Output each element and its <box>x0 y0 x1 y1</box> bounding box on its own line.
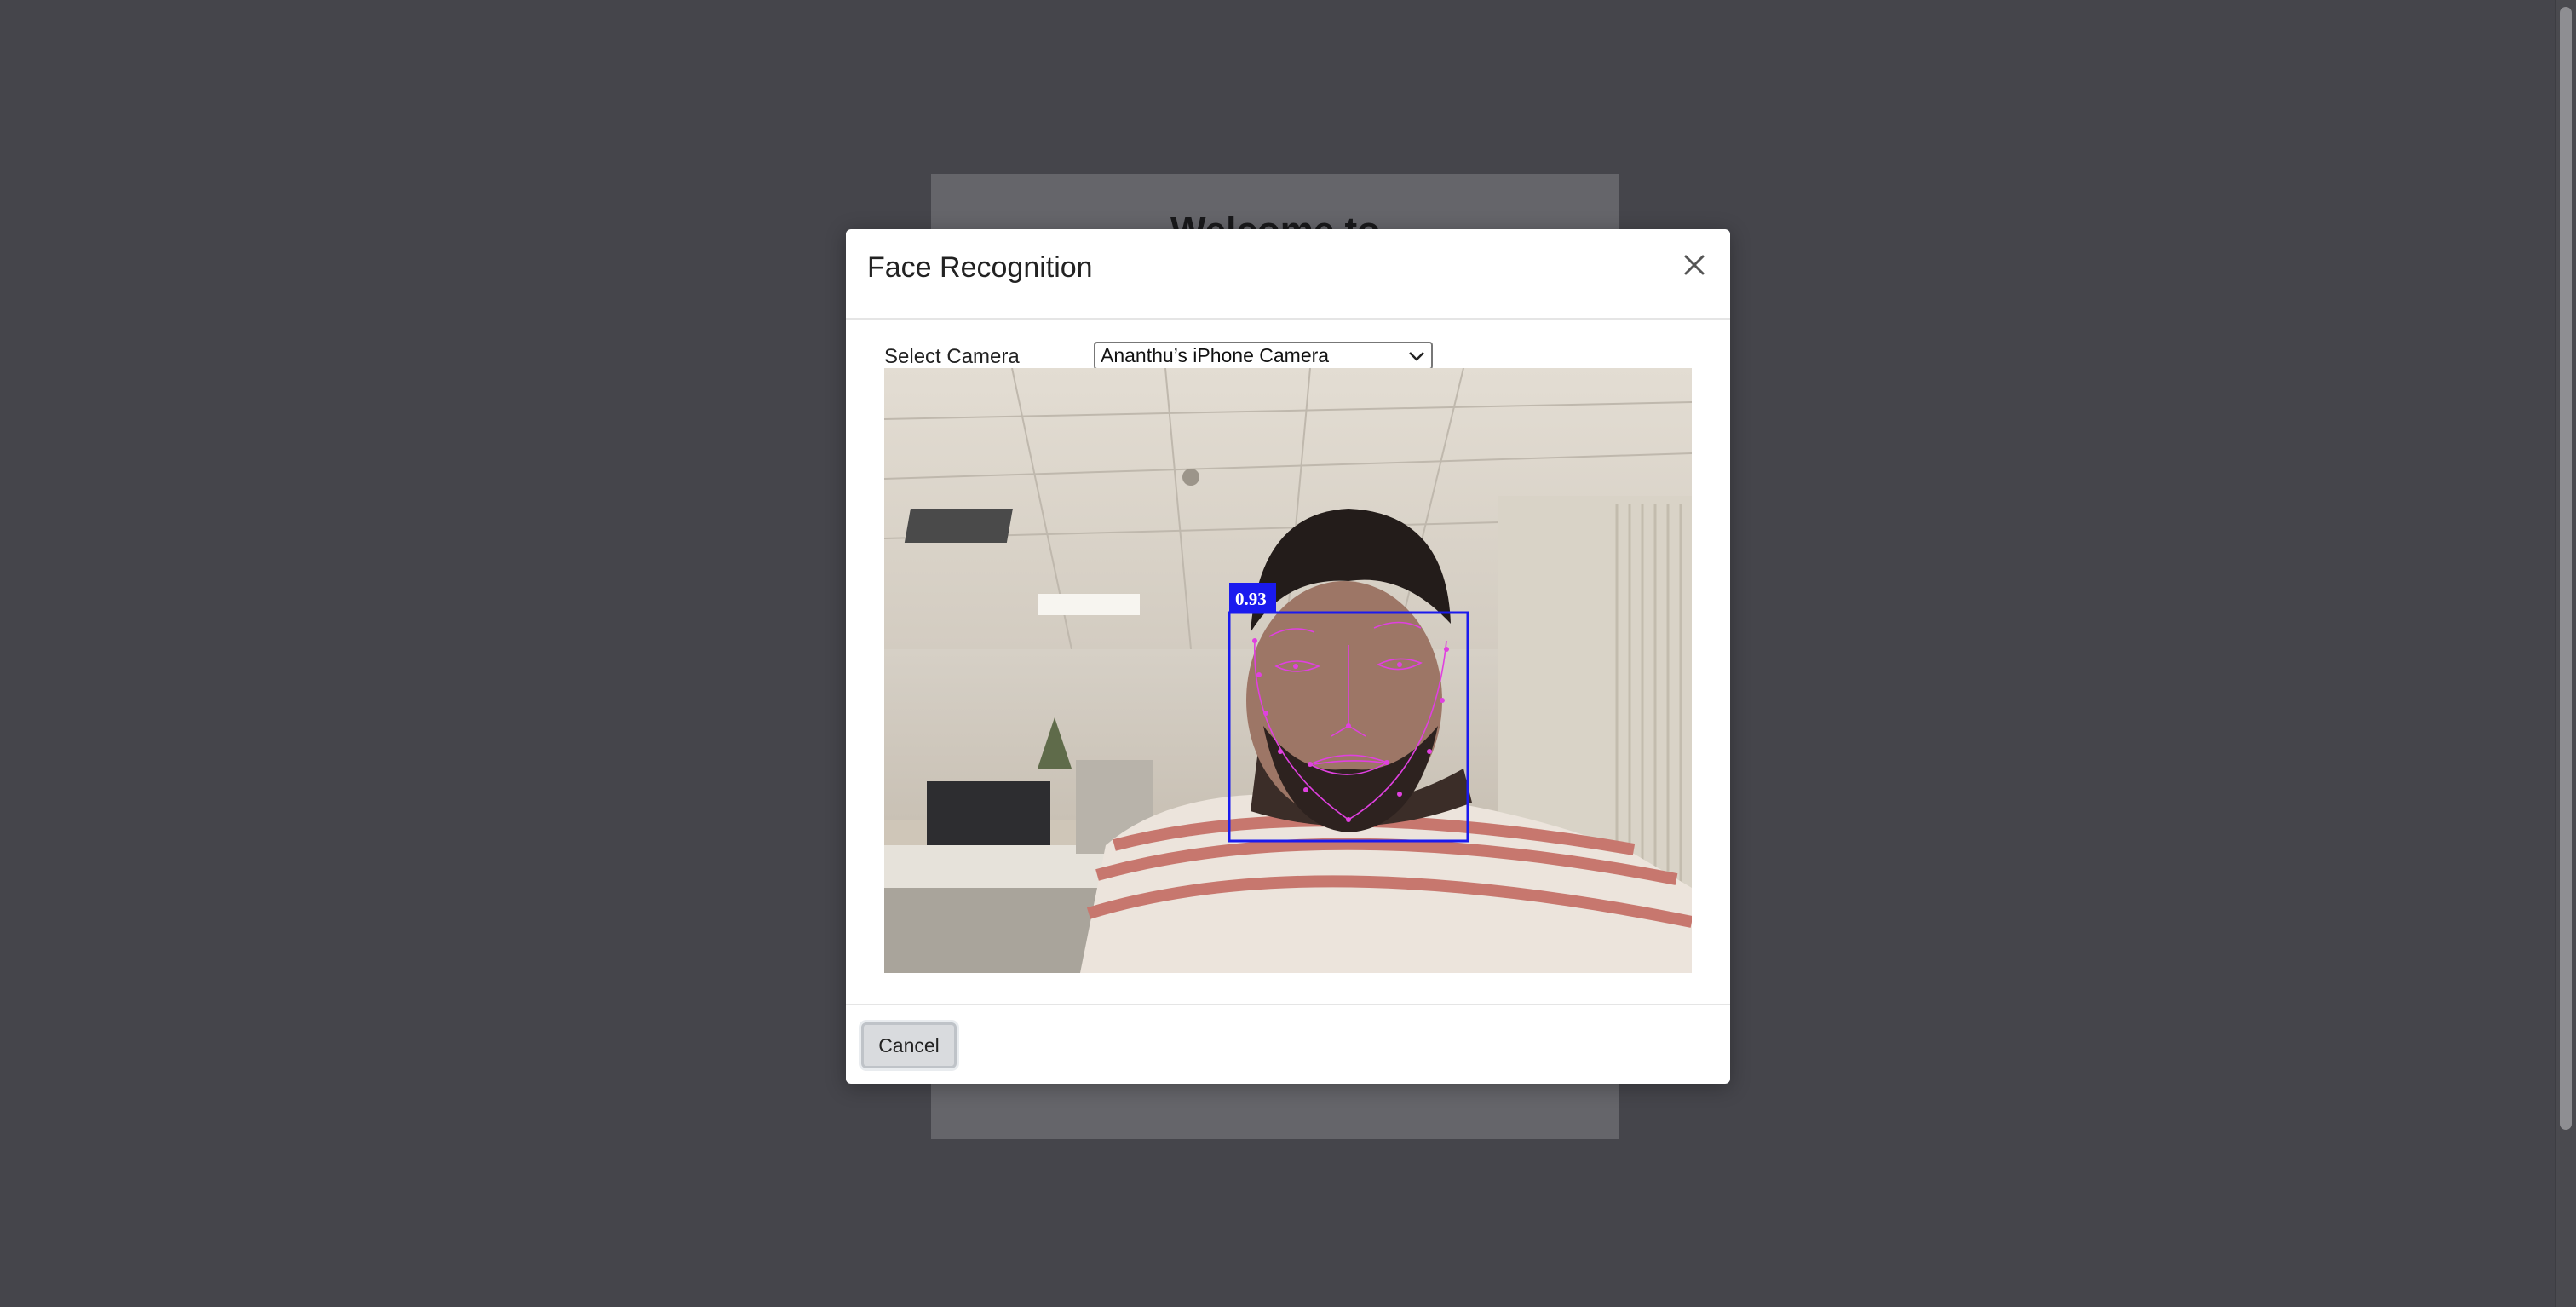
face-recognition-modal: Face Recognition Select Camera Ananthu’s… <box>846 229 1730 1084</box>
camera-select[interactable]: Ananthu’s iPhone Camera <box>1094 342 1433 370</box>
modal-header: Face Recognition <box>846 229 1730 320</box>
camera-label: Select Camera <box>884 345 1020 368</box>
chevron-down-icon <box>1409 352 1424 361</box>
close-icon <box>1684 255 1705 275</box>
scrollbar-thumb[interactable] <box>2560 7 2572 1130</box>
modal-footer: Cancel <box>846 1004 1730 1085</box>
camera-video-feed: 0.93 <box>884 368 1692 973</box>
cancel-button[interactable]: Cancel <box>861 1022 957 1068</box>
page-scrollbar[interactable] <box>2555 0 2576 1307</box>
confidence-label: 0.93 <box>1235 589 1267 609</box>
close-button[interactable] <box>1676 246 1713 284</box>
modal-title: Face Recognition <box>867 251 1093 284</box>
camera-select-value: Ananthu’s iPhone Camera <box>1101 344 1330 366</box>
video-frame: 0.93 <box>884 368 1692 973</box>
